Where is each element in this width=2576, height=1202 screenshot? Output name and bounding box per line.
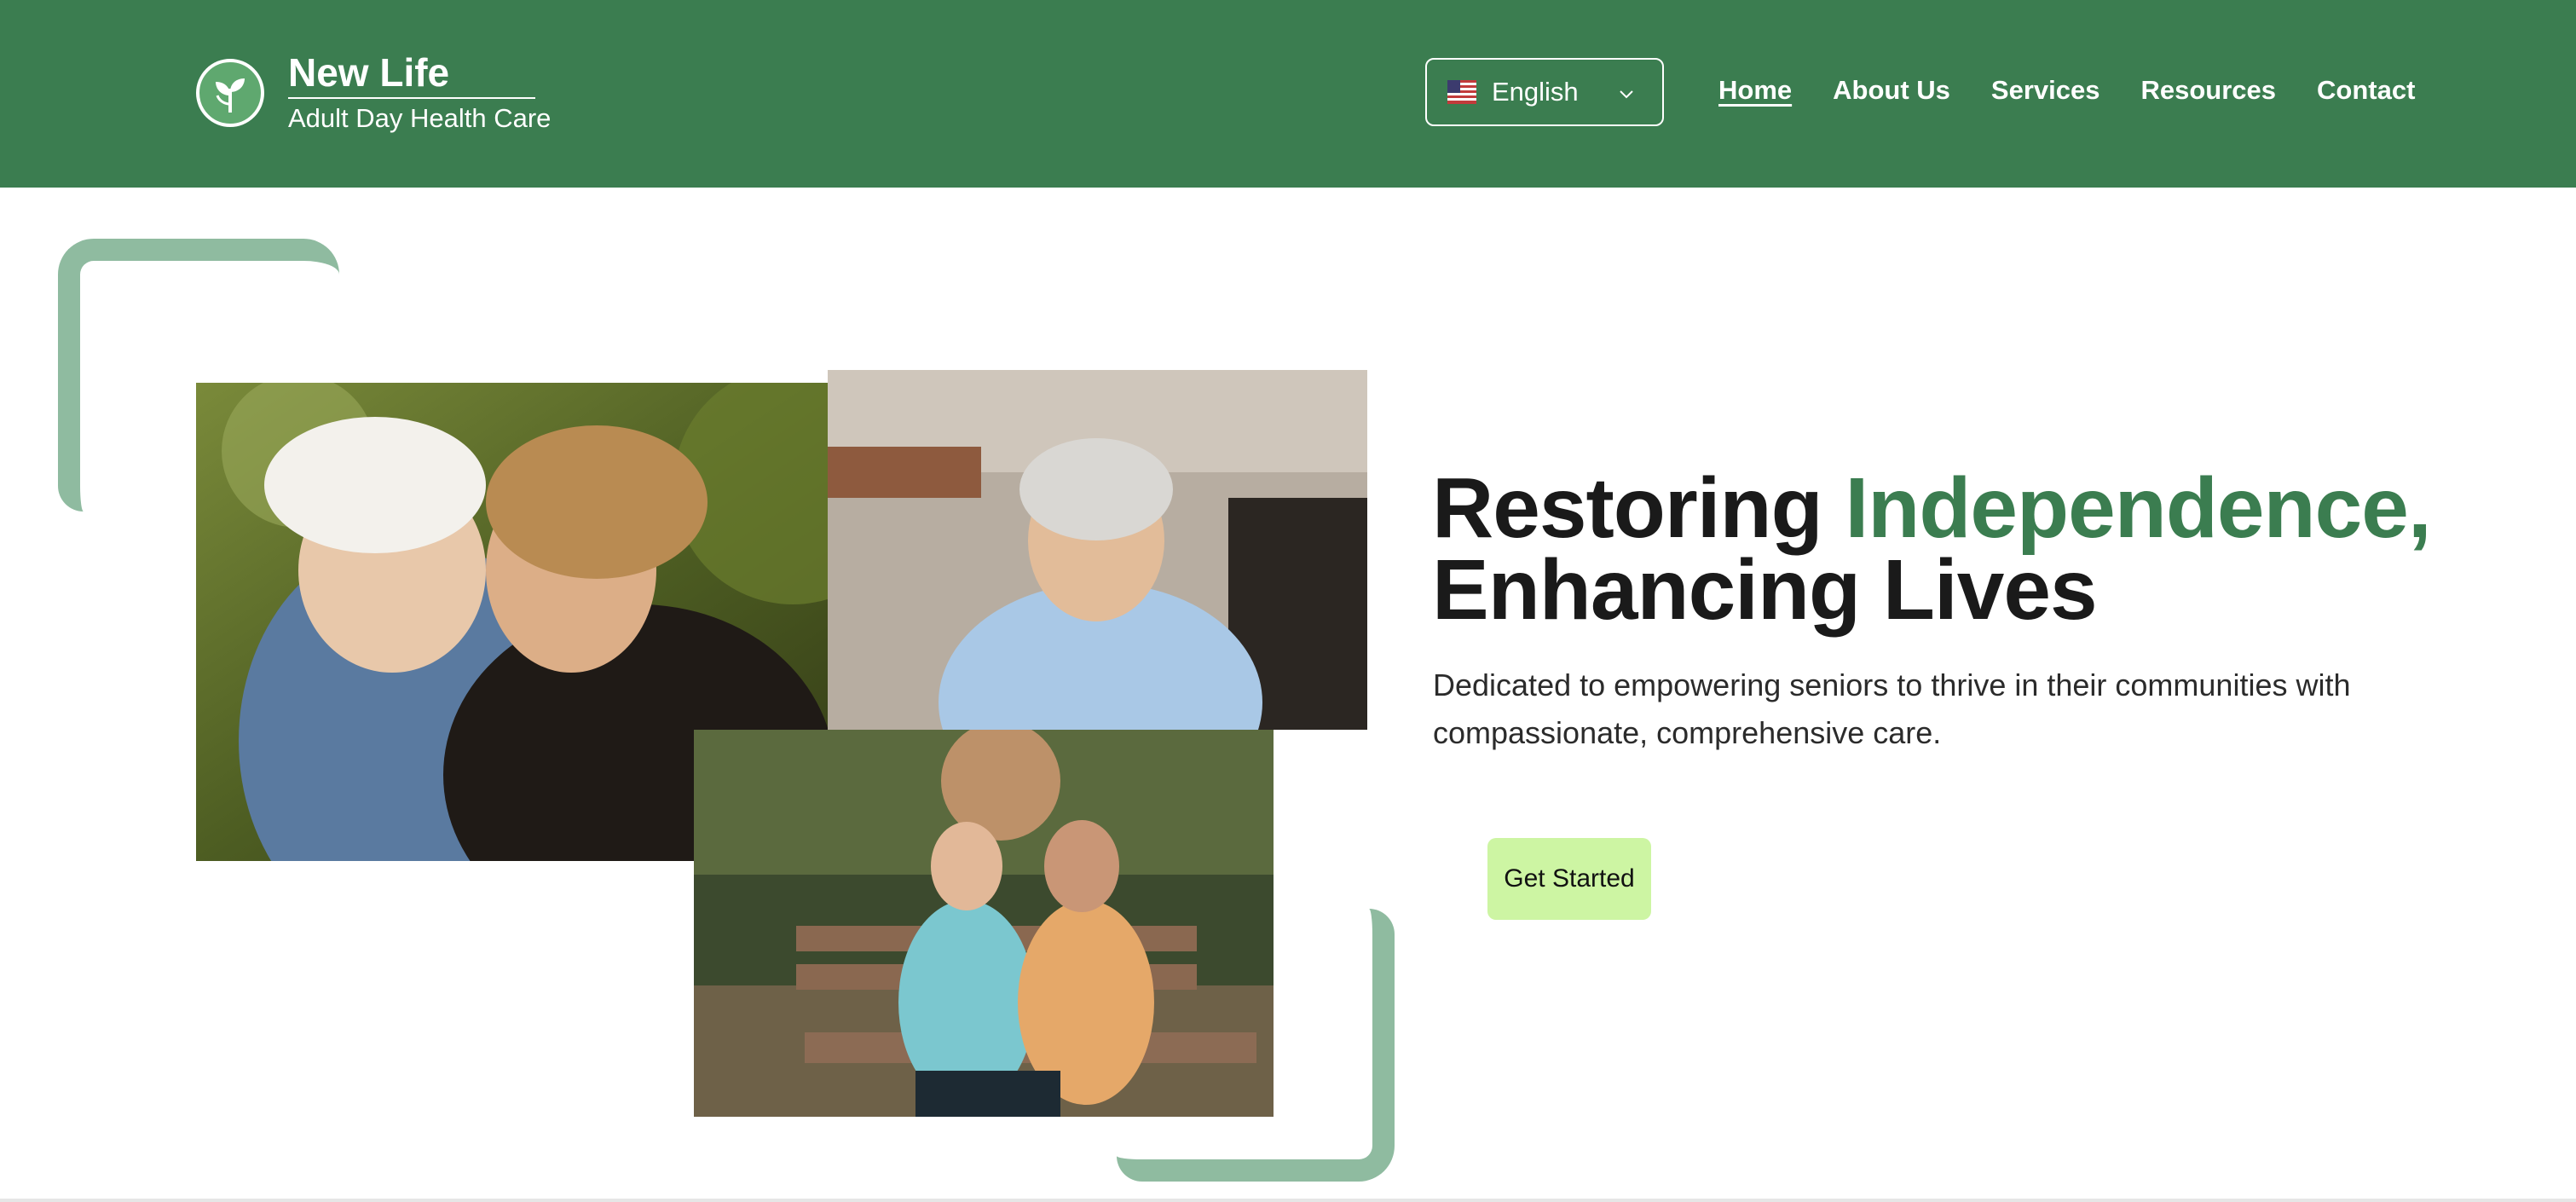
sprout-leaf-icon (196, 59, 264, 127)
site-header: New Life Adult Day Health Care English H… (0, 0, 2576, 188)
nav-services[interactable]: Services (1991, 72, 2100, 109)
nav-resources[interactable]: Resources (2140, 72, 2276, 109)
hero-title: Restoring Independence, Enhancing Lives (1432, 465, 2489, 633)
nav-home[interactable]: Home (1718, 72, 1792, 109)
brand-name: New Life (288, 49, 535, 99)
get-started-button[interactable]: Get Started (1487, 838, 1651, 920)
photo-smiling-senior-woman (828, 370, 1367, 730)
brand[interactable]: New Life Adult Day Health Care (196, 49, 551, 136)
photo-two-women-on-bench (694, 730, 1274, 1117)
hero-subtitle: Dedicated to empowering seniors to thriv… (1433, 667, 2351, 750)
nav-contact[interactable]: Contact (2317, 72, 2415, 109)
hero-title-part2: Enhancing Lives (1432, 542, 2098, 638)
section-divider (0, 1199, 2576, 1202)
brand-tagline: Adult Day Health Care (288, 103, 552, 133)
language-select[interactable]: English (1425, 58, 1664, 126)
main-nav: Home About Us Services Resources Contact (1718, 72, 2415, 109)
us-flag-icon (1447, 80, 1476, 104)
brand-text: New Life Adult Day Health Care (288, 49, 551, 136)
chevron-down-icon (1620, 90, 1633, 99)
nav-about-us[interactable]: About Us (1833, 72, 1950, 109)
language-label: English (1492, 77, 1579, 107)
